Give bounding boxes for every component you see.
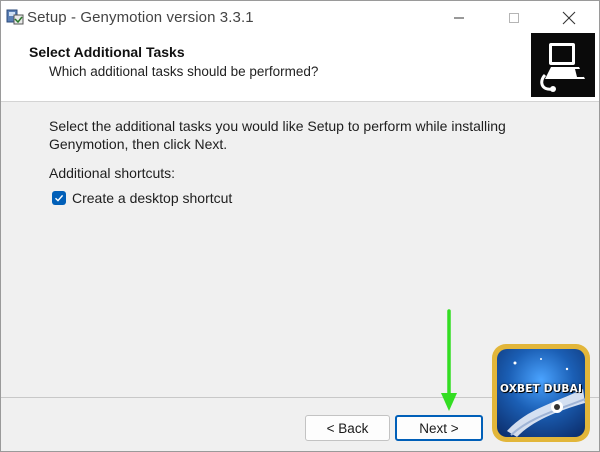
desktop-shortcut-checkbox[interactable] xyxy=(52,191,66,205)
desktop-shortcut-option[interactable]: Create a desktop shortcut xyxy=(52,190,232,206)
page-title: Select Additional Tasks xyxy=(29,44,185,60)
close-icon xyxy=(562,11,576,25)
desktop-shortcut-label: Create a desktop shortcut xyxy=(72,190,233,206)
maximize-icon xyxy=(509,13,519,23)
down-arrow-annotation-icon xyxy=(441,309,457,411)
setup-logo xyxy=(531,33,595,97)
title-bar[interactable]: Setup - Genymotion version 3.3.1 xyxy=(1,1,599,35)
maximize-button[interactable] xyxy=(491,1,537,35)
page-subtitle: Which additional tasks should be perform… xyxy=(49,64,319,79)
minimize-icon xyxy=(454,17,464,19)
instructions-text: Select the additional tasks you would li… xyxy=(49,118,506,152)
checkmark-icon xyxy=(55,194,64,202)
computer-install-icon xyxy=(540,43,585,92)
setup-window: Setup - Genymotion version 3.3.1 Select … xyxy=(0,0,600,452)
wizard-header: Select Additional Tasks Which additional… xyxy=(1,33,599,102)
window-title: Setup - Genymotion version 3.3.1 xyxy=(27,9,254,26)
setup-app-icon xyxy=(6,9,24,25)
minimize-button[interactable] xyxy=(436,1,482,35)
ad-badge-text: OXBET DUBAI xyxy=(499,383,583,395)
additional-shortcuts-label: Additional shortcuts: xyxy=(49,165,176,181)
back-button[interactable]: < Back xyxy=(305,415,390,441)
ad-badge-image: OXBET DUBAI xyxy=(497,349,585,437)
close-button[interactable] xyxy=(546,1,592,35)
next-button[interactable]: Next > xyxy=(395,415,483,441)
ad-badge[interactable]: OXBET DUBAI xyxy=(492,344,590,442)
